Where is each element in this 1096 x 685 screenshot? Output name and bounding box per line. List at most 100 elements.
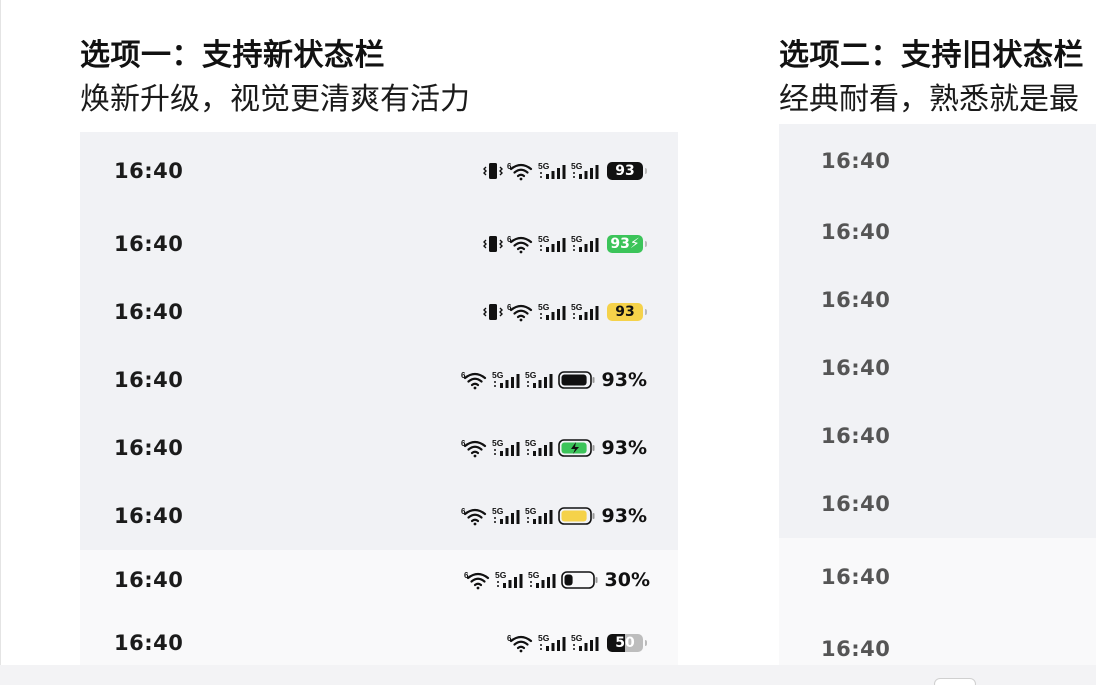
status-bar-time: 16:40: [821, 149, 891, 173]
status-bar-row[interactable]: 16:40 6 5G 5G 30%: [80, 550, 678, 610]
status-bar-row[interactable]: 16:40: [779, 124, 1096, 198]
battery-percent: 93%: [601, 505, 647, 527]
svg-text:5G: 5G: [495, 570, 507, 580]
signal-5g-icon: 5G: [528, 570, 556, 588]
status-bar-row[interactable]: 16:40: [779, 266, 1096, 334]
svg-text:5G: 5G: [571, 633, 583, 643]
signal-5g-icon: 5G: [571, 302, 599, 320]
status-icons: 6 5G 5G 93: [482, 301, 647, 323]
status-bar-row[interactable]: 16:40 6 5G 5G 93%: [80, 346, 678, 414]
svg-text:5G: 5G: [538, 161, 550, 171]
battery-percent: 93%: [601, 369, 647, 391]
battery-icon: [557, 507, 595, 525]
status-bar-time: 16:40: [821, 220, 891, 244]
signal-5g-icon: 5G: [571, 161, 599, 179]
battery-level-badge: 50: [607, 633, 647, 652]
wifi-6-icon: 6: [507, 634, 533, 652]
status-bar-time: 16:40: [821, 356, 891, 380]
signal-5g-icon: 5G: [495, 570, 523, 588]
status-icons: 6 5G 5G 93%: [461, 369, 647, 391]
status-bar-row[interactable]: 16:40: [779, 616, 1096, 665]
status-bar-time: 16:40: [114, 368, 184, 392]
status-bar-time: 16:40: [114, 630, 184, 655]
status-bar-list: 16:40 16:40 16:40 16:40 16:40 16:40 16:40 16:40: [779, 124, 1096, 665]
left-edge-divider: [0, 0, 1, 665]
signal-5g-icon: 5G: [525, 438, 553, 456]
status-icons: 6 5G 5G 30%: [464, 569, 650, 591]
status-bar-time: 16:40: [114, 568, 184, 592]
status-bar-row[interactable]: 16:40: [779, 198, 1096, 266]
status-icons: 6 5G 5G 93%: [461, 437, 647, 459]
vibrate-icon: [483, 236, 503, 252]
battery-icon: [560, 571, 598, 589]
signal-5g-icon: 5G: [525, 506, 553, 524]
svg-text:5G: 5G: [528, 570, 540, 580]
signal-5g-icon: 5G: [492, 370, 520, 388]
signal-5g-icon: 5G: [492, 438, 520, 456]
status-bar-time: 16:40: [114, 436, 184, 460]
battery-percent: 93%: [601, 437, 647, 459]
signal-5g-icon: 5G: [492, 506, 520, 524]
status-bar-time: 16:40: [821, 288, 891, 312]
bottom-area: [0, 665, 1096, 685]
option-one-subtitle: 焕新升级，视觉更清爽有活力: [80, 82, 470, 117]
wifi-6-icon: 6: [461, 371, 486, 390]
status-icons: 6 5G 5G 93%: [461, 505, 647, 527]
svg-text:5G: 5G: [571, 302, 583, 312]
svg-text:5G: 5G: [571, 234, 583, 244]
status-bar-row[interactable]: 16:40: [779, 538, 1096, 616]
home-indicator: [934, 678, 976, 685]
signal-5g-icon: 5G: [538, 302, 566, 320]
option-two-title: 选项二：支持旧状态栏: [779, 38, 1084, 73]
status-bar-time: 16:40: [821, 424, 891, 448]
option-two-subtitle: 经典耐看，熟悉就是最: [779, 82, 1079, 117]
wifi-6-icon: 6: [507, 303, 533, 322]
status-bar-time: 16:40: [114, 504, 184, 528]
signal-5g-icon: 5G: [571, 234, 599, 252]
svg-text:5G: 5G: [571, 161, 583, 171]
svg-text:5G: 5G: [492, 506, 504, 516]
signal-5g-icon: 5G: [571, 633, 599, 651]
svg-text:5G: 5G: [525, 506, 537, 516]
option-two-panel: 选项二：支持旧状态栏 经典耐看，熟悉就是最 16:40 16:40 16:40 16:…: [779, 0, 1096, 665]
wifi-6-icon: 6: [461, 439, 486, 458]
option-one-title: 选项一：支持新状态栏: [80, 38, 385, 73]
signal-5g-icon: 5G: [538, 633, 566, 651]
battery-level-badge: 93: [607, 162, 647, 180]
status-bar-row[interactable]: 16:40: [779, 402, 1096, 470]
status-bar-time: 16:40: [114, 159, 184, 183]
battery-level-badge: 93⚡: [607, 235, 647, 253]
battery-percent: 30%: [604, 569, 650, 591]
status-icons: 6 5G 5G 50: [507, 632, 647, 654]
svg-text:5G: 5G: [492, 370, 504, 380]
wifi-6-icon: 6: [461, 507, 486, 526]
battery-icon: [557, 371, 595, 389]
battery-icon: [557, 439, 595, 457]
svg-text:5G: 5G: [492, 438, 504, 448]
wifi-6-icon: 6: [464, 571, 489, 590]
status-bar-row[interactable]: 16:40: [779, 470, 1096, 538]
status-bar-row[interactable]: 16:40 6 5G 5G 93: [80, 132, 678, 210]
status-icons: 6 5G 5G 93⚡: [482, 233, 647, 255]
status-bar-list: 16:40 6 5G 5G 93 16:40 6 5G 5G 93⚡ 16:40 6 5G 5G 93 16:…: [80, 132, 678, 675]
status-bar-row[interactable]: 16:40 6 5G 5G 93%: [80, 414, 678, 482]
vibrate-icon: [483, 163, 503, 179]
status-bar-row[interactable]: 16:40 6 5G 5G 93⚡: [80, 210, 678, 278]
status-bar-time: 16:40: [821, 565, 891, 589]
status-bar-time: 16:40: [114, 300, 184, 324]
vibrate-icon: [483, 304, 503, 320]
status-bar-row[interactable]: 16:40 6 5G 5G 93: [80, 278, 678, 346]
status-bar-time: 16:40: [821, 636, 891, 661]
status-icons: 6 5G 5G 93: [482, 160, 647, 182]
signal-5g-icon: 5G: [538, 234, 566, 252]
signal-5g-icon: 5G: [538, 161, 566, 179]
signal-5g-icon: 5G: [525, 370, 553, 388]
svg-text:5G: 5G: [538, 234, 550, 244]
svg-text:5G: 5G: [525, 370, 537, 380]
svg-text:5G: 5G: [538, 633, 550, 643]
status-bar-row[interactable]: 16:40: [779, 334, 1096, 402]
status-bar-row[interactable]: 16:40 6 5G 5G 93%: [80, 482, 678, 550]
wifi-6-icon: 6: [507, 235, 533, 254]
status-bar-time: 16:40: [821, 492, 891, 516]
battery-level-badge: 93: [607, 303, 647, 321]
